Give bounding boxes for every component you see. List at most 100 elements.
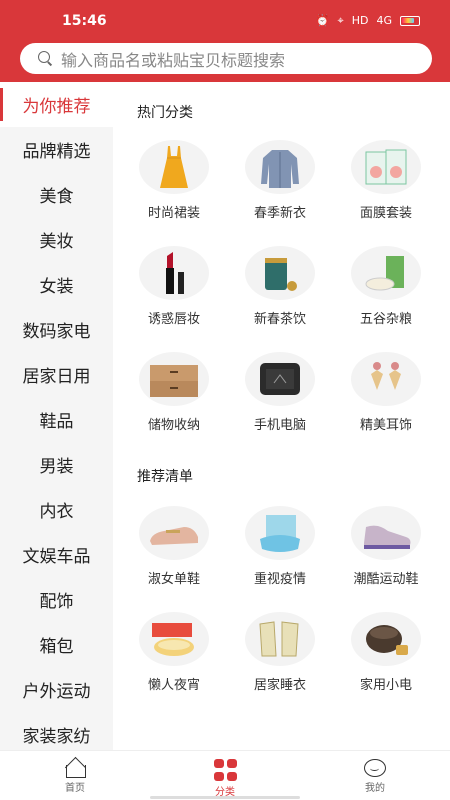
sidebar-item-label: 美妆 (39, 232, 74, 252)
sidebar-item-bags[interactable]: 箱包 (0, 622, 113, 667)
category-icon (213, 759, 237, 781)
pajamas-icon (245, 612, 315, 666)
status-bar: 15:46 ⏰ ⌖ HD 4G (0, 0, 450, 40)
storage-box-icon (139, 352, 209, 406)
sidebar-item-label: 居家日用 (22, 367, 91, 387)
bottom-nav: 首页 分类 我的 (0, 750, 450, 800)
sidebar-item-label: 户外运动 (22, 682, 91, 702)
section-title-recommend: 推荐清单 (137, 469, 193, 485)
category-item-label: 储物收纳 (147, 418, 200, 433)
category-sidebar: 为你推荐 品牌精选 美食 美妆 女装 数码家电 居家日用 鞋品 男装 内衣 文娱… (0, 82, 113, 750)
sidebar-item-outdoor[interactable]: 户外运动 (0, 667, 113, 712)
sidebar-item-label: 女装 (39, 277, 74, 297)
rice-cooker-icon (351, 612, 421, 666)
category-item-jacket[interactable]: 春季新衣 (227, 140, 333, 221)
category-item-noodle[interactable]: 懒人夜宵 (121, 612, 227, 693)
sidebar-item-label: 男装 (39, 457, 74, 477)
tea-icon (245, 246, 315, 300)
location-icon: ⌖ (337, 14, 344, 27)
grain-icon (351, 246, 421, 300)
sidebar-item-digital[interactable]: 数码家电 (0, 307, 113, 352)
signal-icon: 4G (376, 14, 392, 27)
lipstick-icon (139, 246, 209, 300)
sidebar-item-label: 美食 (39, 187, 74, 207)
category-content: 热门分类 时尚裙装 春季新衣 面膜套装 诱惑唇妆 新春茶饮 五谷杂粮 储物收纳 … (113, 82, 450, 750)
category-item-dress[interactable]: 时尚裙装 (121, 140, 227, 221)
tab-label: 我的 (365, 783, 385, 794)
sidebar-item-label: 箱包 (39, 637, 74, 657)
tab-profile[interactable]: 我的 (335, 759, 415, 794)
sidebar-item-label: 文娱车品 (22, 547, 91, 567)
category-item-label: 新春茶饮 (253, 312, 306, 327)
sidebar-item-shoes[interactable]: 鞋品 (0, 397, 113, 442)
category-item-label: 手机电脑 (253, 418, 306, 433)
flat-shoe-icon (139, 506, 209, 560)
tab-label: 首页 (65, 783, 85, 794)
category-item-earring[interactable]: 精美耳饰 (333, 352, 439, 433)
category-item-medical-mask[interactable]: 重视疫情 (227, 506, 333, 587)
category-item-label: 五谷杂粮 (359, 312, 412, 327)
sidebar-item-label: 数码家电 (22, 322, 91, 342)
sidebar-item-label: 家装家纺 (22, 727, 91, 747)
category-item-rice-cooker[interactable]: 家用小电 (333, 612, 439, 693)
category-item-label: 淑女单鞋 (147, 572, 200, 587)
search-placeholder: 输入商品名或粘贴宝贝标题搜索 (61, 50, 286, 70)
category-item-label: 面膜套装 (359, 206, 412, 221)
dress-icon (139, 140, 209, 194)
search-icon (38, 51, 53, 66)
section-title-hot: 热门分类 (137, 105, 193, 121)
category-item-sneaker[interactable]: 潮酷运动鞋 (333, 506, 439, 587)
category-item-label: 时尚裙装 (147, 206, 200, 221)
sidebar-item-recommend[interactable]: 为你推荐 (0, 82, 113, 127)
battery-icon (400, 16, 420, 26)
profile-icon (364, 759, 386, 777)
sidebar-item-makeup[interactable]: 美妆 (0, 217, 113, 262)
sidebar-item-label: 配饰 (39, 592, 74, 612)
sidebar-item-womenswear[interactable]: 女装 (0, 262, 113, 307)
category-item-label: 居家睡衣 (253, 678, 306, 693)
category-item-pajamas[interactable]: 居家睡衣 (227, 612, 333, 693)
noodle-icon (139, 612, 209, 666)
medical-mask-icon (245, 506, 315, 560)
tab-category[interactable]: 分类 (185, 759, 265, 798)
sidebar-item-entertainment[interactable]: 文娱车品 (0, 532, 113, 577)
category-item-label: 潮酷运动鞋 (353, 572, 419, 587)
category-item-label: 春季新衣 (253, 206, 306, 221)
category-item-storage[interactable]: 储物收纳 (121, 352, 227, 433)
network-badge: HD (351, 14, 369, 27)
status-time: 15:46 (62, 13, 107, 29)
category-item-lipstick[interactable]: 诱惑唇妆 (121, 246, 227, 327)
category-item-flat-shoe[interactable]: 淑女单鞋 (121, 506, 227, 587)
home-icon (64, 759, 86, 778)
category-item-label: 懒人夜宵 (147, 678, 200, 693)
home-indicator (150, 796, 300, 799)
sidebar-item-accessories[interactable]: 配饰 (0, 577, 113, 622)
jacket-icon (245, 140, 315, 194)
header: 15:46 ⏰ ⌖ HD 4G 输入商品名或粘贴宝贝标题搜索 (0, 0, 450, 82)
status-icons: ⏰ ⌖ HD 4G (316, 14, 420, 28)
category-item-label: 重视疫情 (253, 572, 306, 587)
category-item-label: 诱惑唇妆 (147, 312, 200, 327)
tab-home[interactable]: 首页 (35, 759, 115, 794)
alarm-icon: ⏰ (315, 14, 330, 27)
sidebar-item-label: 为你推荐 (22, 97, 91, 117)
sneaker-icon (351, 506, 421, 560)
sidebar-item-label: 品牌精选 (22, 142, 91, 162)
category-item-label: 精美耳饰 (359, 418, 412, 433)
sidebar-item-household[interactable]: 居家日用 (0, 352, 113, 397)
earring-icon (351, 352, 421, 406)
category-item-label: 家用小电 (359, 678, 412, 693)
category-item-face-mask[interactable]: 面膜套装 (333, 140, 439, 221)
sidebar-item-brand[interactable]: 品牌精选 (0, 127, 113, 172)
category-item-tea[interactable]: 新春茶饮 (227, 246, 333, 327)
sidebar-item-label: 鞋品 (39, 412, 74, 432)
sidebar-item-label: 内衣 (39, 502, 74, 522)
face-mask-icon (351, 140, 421, 194)
category-item-phone[interactable]: 手机电脑 (227, 352, 333, 433)
sidebar-item-underwear[interactable]: 内衣 (0, 487, 113, 532)
category-item-grain[interactable]: 五谷杂粮 (333, 246, 439, 327)
phone-icon (245, 352, 315, 406)
sidebar-item-food[interactable]: 美食 (0, 172, 113, 217)
search-input[interactable]: 输入商品名或粘贴宝贝标题搜索 (20, 43, 432, 74)
sidebar-item-menswear[interactable]: 男装 (0, 442, 113, 487)
